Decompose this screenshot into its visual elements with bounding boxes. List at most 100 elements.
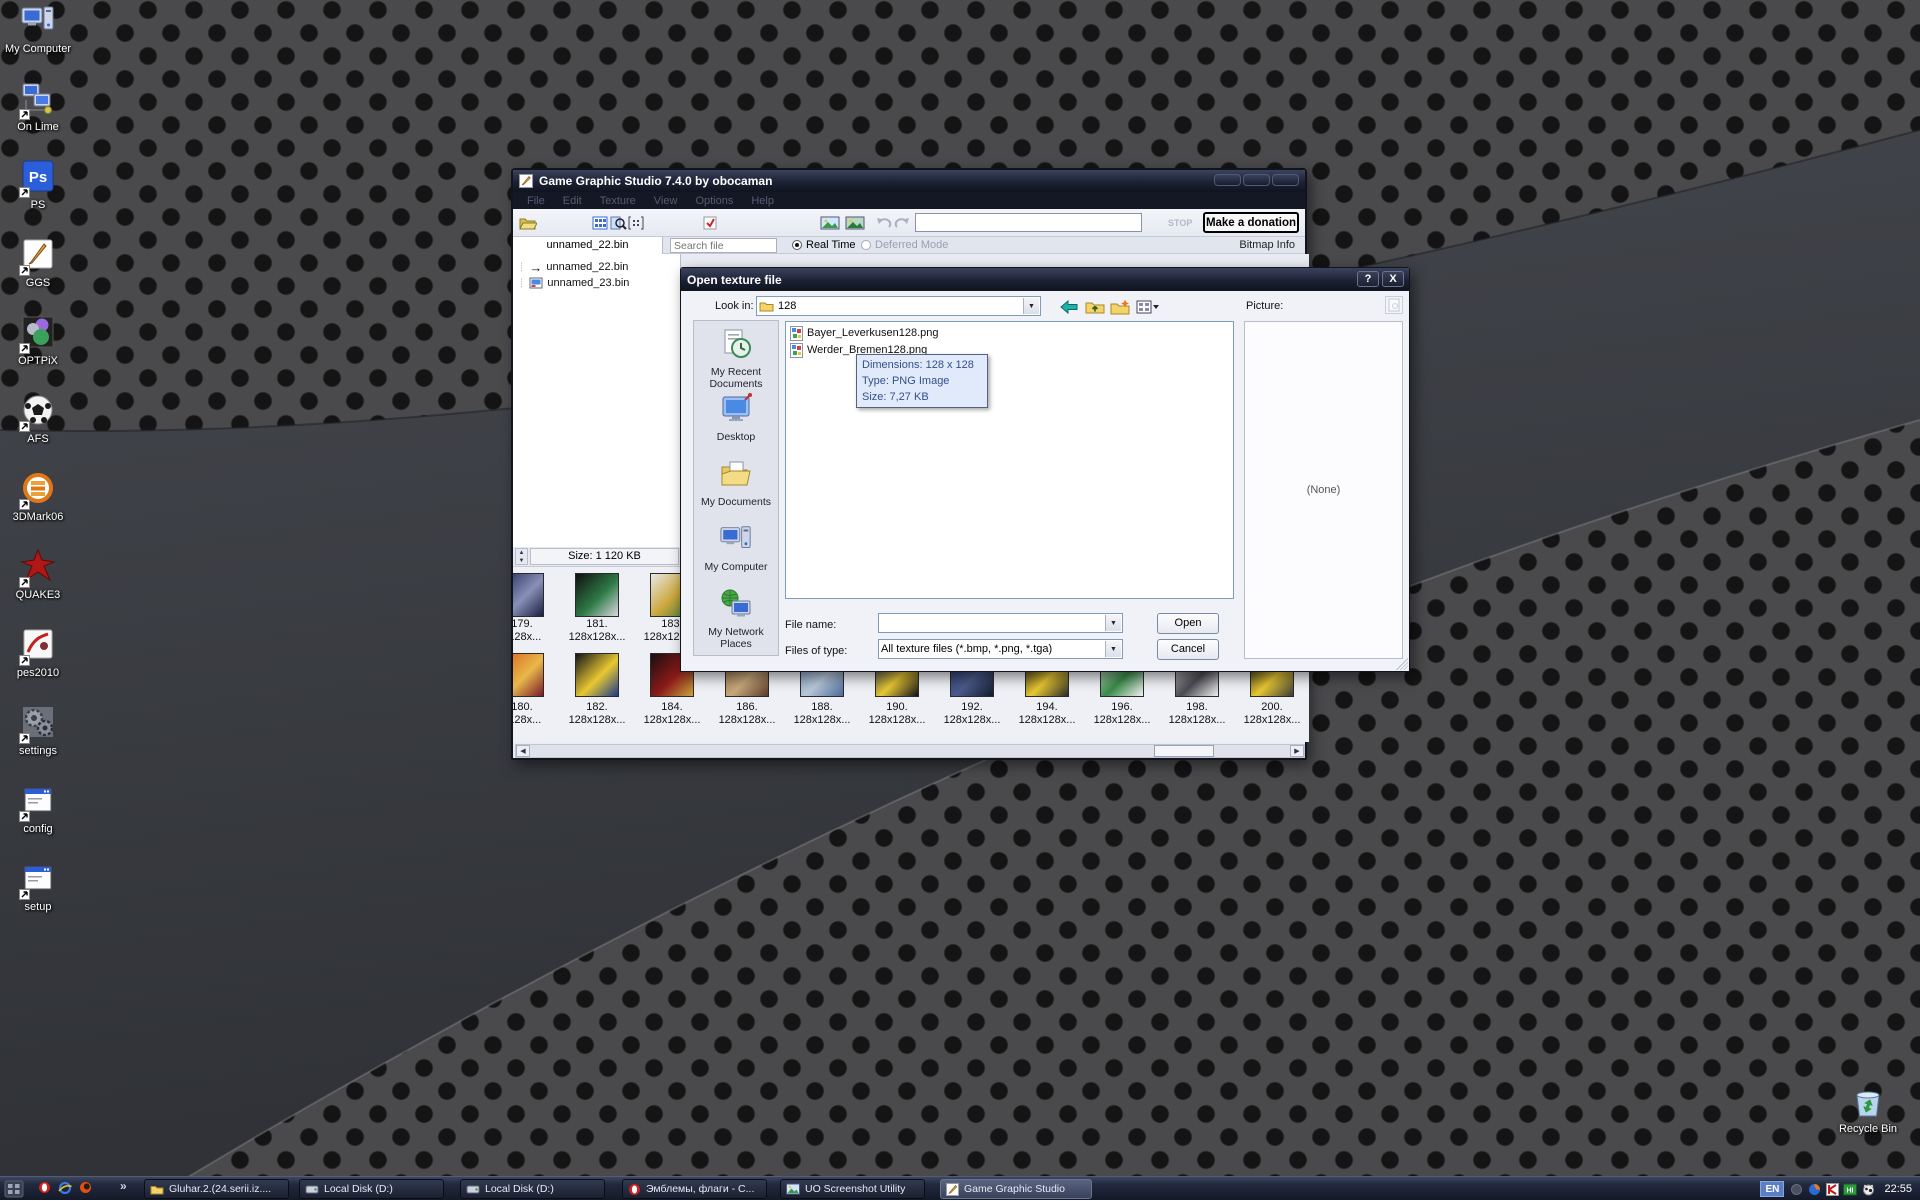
tray-icon-hi[interactable]: HI xyxy=(1843,1182,1857,1196)
place-my-computer[interactable]: My Computer xyxy=(694,522,778,573)
deferred-radio-dot[interactable] xyxy=(861,240,871,250)
deferred-radio[interactable]: Deferred Mode xyxy=(861,239,948,251)
detail-view-button[interactable] xyxy=(625,214,647,232)
open-button[interactable]: Open xyxy=(1157,613,1219,634)
scroll-left-arrow[interactable]: ◀ xyxy=(516,745,530,757)
file-tab[interactable]: unnamed_22.bin xyxy=(513,237,663,254)
place-my-documents[interactable]: My Documents xyxy=(694,457,778,508)
taskbar-button-эмблемы-флаги-с[interactable]: Эмблемы, флаги - С... xyxy=(622,1179,767,1199)
place-desktop[interactable]: Desktop xyxy=(694,392,778,443)
desktop-icon-recycle-bin[interactable]: Recycle Bin xyxy=(1818,1082,1918,1146)
language-indicator[interactable]: EN xyxy=(1760,1181,1784,1197)
realtime-radio[interactable]: Real Time xyxy=(792,239,856,251)
stop-button[interactable]: STOP xyxy=(1168,218,1192,228)
files-of-type-combo[interactable]: All texture files (*.bmp, *.png, *.tga) … xyxy=(878,639,1123,659)
taskbar-button-local-disk-d[interactable]: Local Disk (D:) xyxy=(299,1179,444,1199)
system-tray: EN HI 22:55 xyxy=(1760,1177,1912,1201)
import-image-button[interactable] xyxy=(844,214,866,232)
quick-launch-opera[interactable] xyxy=(38,1181,51,1197)
new-folder-button[interactable] xyxy=(1108,297,1132,317)
back-button[interactable] xyxy=(1057,297,1081,317)
bitmap-info-label: Bitmap Info xyxy=(1239,239,1295,251)
texture-thumb-181[interactable] xyxy=(575,573,619,617)
files-of-type-dropdown-button[interactable]: ▼ xyxy=(1105,641,1121,657)
menu-edit[interactable]: Edit xyxy=(555,194,590,208)
app-titlebar[interactable]: Game Graphic Studio 7.4.0 by obocaman xyxy=(513,170,1305,192)
taskbar-button-gluhar-2-24-serii-iz[interactable]: Gluhar.2.(24.serii.iz.... xyxy=(144,1179,289,1199)
desktop-icon-quake3[interactable]: QUAKE3 xyxy=(0,548,76,612)
app-title: Game Graphic Studio 7.4.0 by obocaman xyxy=(539,174,772,188)
scroll-right-arrow[interactable]: ▶ xyxy=(1290,745,1304,757)
texture-thumb-180[interactable] xyxy=(513,653,544,697)
redo-button[interactable] xyxy=(891,214,913,232)
file-name-combo[interactable]: ▼ xyxy=(878,613,1123,633)
quick-launch-overflow[interactable]: » xyxy=(120,1179,127,1193)
picture-preview-button[interactable] xyxy=(1385,296,1403,314)
minimize-button[interactable] xyxy=(1214,174,1241,186)
start-button[interactable] xyxy=(4,1180,24,1198)
realtime-radio-dot[interactable] xyxy=(792,240,802,250)
menu-help[interactable]: Help xyxy=(743,194,782,208)
menu-view[interactable]: View xyxy=(646,194,686,208)
size-spinner[interactable]: ▲▼ xyxy=(515,548,528,565)
desktop-icon-optpix[interactable]: OPTPiX xyxy=(0,314,76,378)
file-item-bayer-leverkusen128-png[interactable]: Bayer_Leverkusen128.png xyxy=(790,325,938,341)
menu-texture[interactable]: Texture xyxy=(592,194,644,208)
dialog-close-button[interactable]: X xyxy=(1382,271,1404,287)
tray-icon-dim[interactable] xyxy=(1789,1182,1803,1196)
resize-grip[interactable] xyxy=(1396,658,1408,670)
maximize-button[interactable] xyxy=(1243,174,1270,186)
desktop[interactable]: My Computer On Lime PsPS GGS OPTPiX AFS 3DMark… xyxy=(0,0,1920,1200)
horizontal-scrollbar[interactable]: ◀ ▶ xyxy=(515,744,1305,758)
look-in-dropdown-button[interactable]: ▼ xyxy=(1023,298,1039,314)
file-list[interactable]: Bayer_Leverkusen128.pngWerder_Bremen128.… xyxy=(785,321,1234,599)
desktop-icon-afs[interactable]: AFS xyxy=(0,392,76,456)
quick-launch-browser[interactable] xyxy=(79,1181,92,1197)
desktop-icon-pes2010[interactable]: pes2010 xyxy=(0,626,76,690)
texture-thumb-179[interactable] xyxy=(513,573,544,617)
look-in-combo[interactable]: 128 ▼ xyxy=(756,296,1041,316)
tooltip-dimensions: Dimensions: 128 x 128 xyxy=(862,357,982,373)
desktop-icon-ggs[interactable]: GGS xyxy=(0,236,76,300)
taskbar-button-local-disk-d[interactable]: Local Disk (D:) xyxy=(460,1179,605,1199)
close-button[interactable] xyxy=(1272,174,1299,186)
search-input[interactable] xyxy=(670,238,777,253)
cancel-button[interactable]: Cancel xyxy=(1157,639,1219,660)
taskbar-button-uo-screenshot-utility[interactable]: UO Screenshot Utility xyxy=(780,1179,925,1199)
desktop-icon-ps[interactable]: PsPS xyxy=(0,158,76,222)
tray-icon-kaspersky[interactable] xyxy=(1825,1182,1839,1196)
desktop-icon-setup[interactable]: setup xyxy=(0,860,76,924)
recent-docs-icon xyxy=(719,327,753,361)
dialog-titlebar[interactable]: Open texture file ? X xyxy=(681,268,1409,291)
quick-launch-ie[interactable] xyxy=(58,1181,72,1198)
picture-sm-icon xyxy=(786,1183,800,1195)
dialog-help-button[interactable]: ? xyxy=(1357,271,1379,287)
tray-icon-cow[interactable] xyxy=(1861,1182,1875,1196)
view-menu-button[interactable] xyxy=(1134,297,1162,317)
menu-options[interactable]: Options xyxy=(687,194,741,208)
recycle-bin-label: Recycle Bin xyxy=(1818,1123,1918,1135)
tree-item-unnamed-22-bin[interactable]: ┊→unnamed_22.bin xyxy=(519,259,628,275)
apply-check-button[interactable] xyxy=(699,214,721,232)
tray-icon-comodo[interactable] xyxy=(1807,1182,1821,1196)
up-folder-button[interactable] xyxy=(1083,297,1107,317)
my-computer-icon xyxy=(20,2,56,38)
desktop-icon-my-computer[interactable]: My Computer xyxy=(0,2,76,66)
texture-thumb-182[interactable] xyxy=(575,653,619,697)
desktop-icon-on-lime[interactable]: On Lime xyxy=(0,80,76,144)
file-name-dropdown-button[interactable]: ▼ xyxy=(1105,615,1121,631)
donate-button[interactable]: Make a donation xyxy=(1203,212,1299,233)
desktop-icon-settings[interactable]: settings xyxy=(0,704,76,768)
tree-item-unnamed-23-bin[interactable]: ┊unnamed_23.bin xyxy=(519,275,629,291)
desktop-icon-config[interactable]: config xyxy=(0,782,76,846)
toolbar-filter-input[interactable] xyxy=(915,213,1142,232)
place-my-network-places[interactable]: My Network Places xyxy=(694,587,778,650)
desktop-icon-3dmark06[interactable]: 3DMark06 xyxy=(0,470,76,534)
place-my-recent-documents[interactable]: My Recent Documents xyxy=(694,327,778,390)
scrollbar-thumb[interactable] xyxy=(1154,745,1214,757)
network-places-icon xyxy=(719,587,753,621)
open-file-button[interactable] xyxy=(517,214,539,232)
taskbar-button-game-graphic-studio[interactable]: Game Graphic Studio xyxy=(940,1179,1092,1199)
export-image-button[interactable] xyxy=(819,214,841,232)
menu-file[interactable]: File xyxy=(519,194,553,208)
